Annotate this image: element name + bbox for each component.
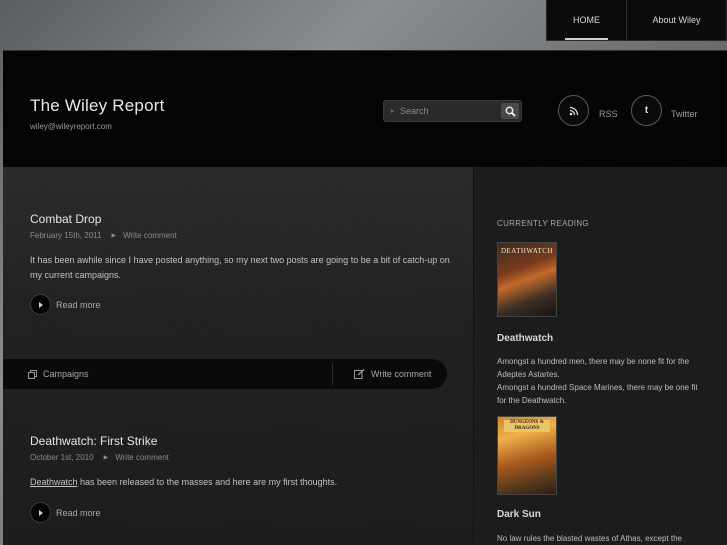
arrow-icon: ▶ — [111, 233, 117, 239]
twitter-button[interactable]: t — [631, 95, 662, 126]
search-input[interactable] — [400, 106, 495, 116]
category-icon — [28, 369, 37, 379]
read-more-button[interactable]: Read more — [30, 502, 101, 523]
post-date: February 15th, 2011 — [30, 231, 102, 240]
book-cover-title: DUNGEONS & DRAGONS — [504, 420, 550, 432]
book-description: Amongst a hundred men, there may be none… — [497, 355, 707, 407]
book-description-line: No law rules the blasted wastes of Athas… — [497, 534, 682, 543]
rss-button[interactable] — [558, 95, 589, 126]
post-category[interactable]: Campaigns — [28, 369, 332, 379]
write-comment-link[interactable]: Write comment — [123, 231, 177, 240]
post-title[interactable]: Deathwatch: First Strike — [30, 434, 157, 448]
book-description-line: Amongst a hundred Space Marines, there m… — [497, 383, 698, 405]
play-arrow-icon — [30, 502, 51, 523]
book-cover[interactable]: DEATHWATCH — [497, 242, 557, 317]
post-excerpt-text: has been released to the masses and here… — [77, 477, 338, 487]
sidebar-heading: CURRENTLY READING — [497, 219, 589, 228]
book-title: Deathwatch — [497, 333, 554, 344]
site-title[interactable]: The Wiley Report — [30, 96, 165, 116]
post-excerpt: Deathwatch has been released to the mass… — [30, 475, 450, 490]
top-navigation: HOME About Wiley — [546, 0, 727, 41]
book-cover[interactable]: DUNGEONS & DRAGONS — [497, 416, 557, 495]
twitter-label[interactable]: Twitter — [671, 109, 698, 119]
footer-write-comment-label: Write comment — [371, 369, 432, 379]
site-email: wiley@wileyreport.com — [30, 122, 112, 131]
post-meta: February 15th, 2011 ▶ Write comment — [30, 231, 177, 240]
post-title[interactable]: Combat Drop — [30, 212, 101, 226]
twitter-icon: t — [644, 105, 649, 116]
read-more-button[interactable]: Read more — [30, 294, 101, 315]
post-footer-bar: Campaigns Write comment — [3, 359, 447, 389]
play-arrow-icon — [30, 294, 51, 315]
read-more-label: Read more — [56, 299, 101, 310]
category-label: Campaigns — [43, 369, 89, 379]
nav-home[interactable]: HOME — [547, 0, 627, 40]
nav-about-wiley[interactable]: About Wiley — [627, 0, 726, 40]
edit-icon — [354, 369, 365, 379]
search-icon — [505, 106, 516, 117]
arrow-icon: ▶ — [103, 455, 109, 461]
book-title: Dark Sun — [497, 509, 541, 520]
book-description: No law rules the blasted wastes of Athas… — [497, 532, 707, 545]
write-comment-link[interactable]: Write comment — [115, 453, 169, 462]
search-box — [383, 100, 522, 122]
book-description-line: Amongst a hundred men, there may be none… — [497, 357, 690, 379]
divider — [332, 363, 333, 385]
rss-label[interactable]: RSS — [599, 109, 618, 119]
post-meta: October 1st, 2010 ▶ Write comment — [30, 453, 169, 462]
post-date: October 1st, 2010 — [30, 453, 94, 462]
post-excerpt: It has been awhile since I have posted a… — [30, 255, 450, 280]
book-cover-title: DEATHWATCH — [500, 247, 554, 255]
deathwatch-link[interactable]: Deathwatch — [30, 477, 78, 487]
search-bullet-icon — [391, 109, 395, 113]
read-more-label: Read more — [56, 507, 101, 518]
search-button[interactable] — [501, 103, 519, 119]
rss-icon — [569, 106, 578, 115]
site-header: The Wiley Report wiley@wileyreport.com R… — [3, 51, 727, 168]
footer-write-comment[interactable]: Write comment — [354, 369, 431, 379]
